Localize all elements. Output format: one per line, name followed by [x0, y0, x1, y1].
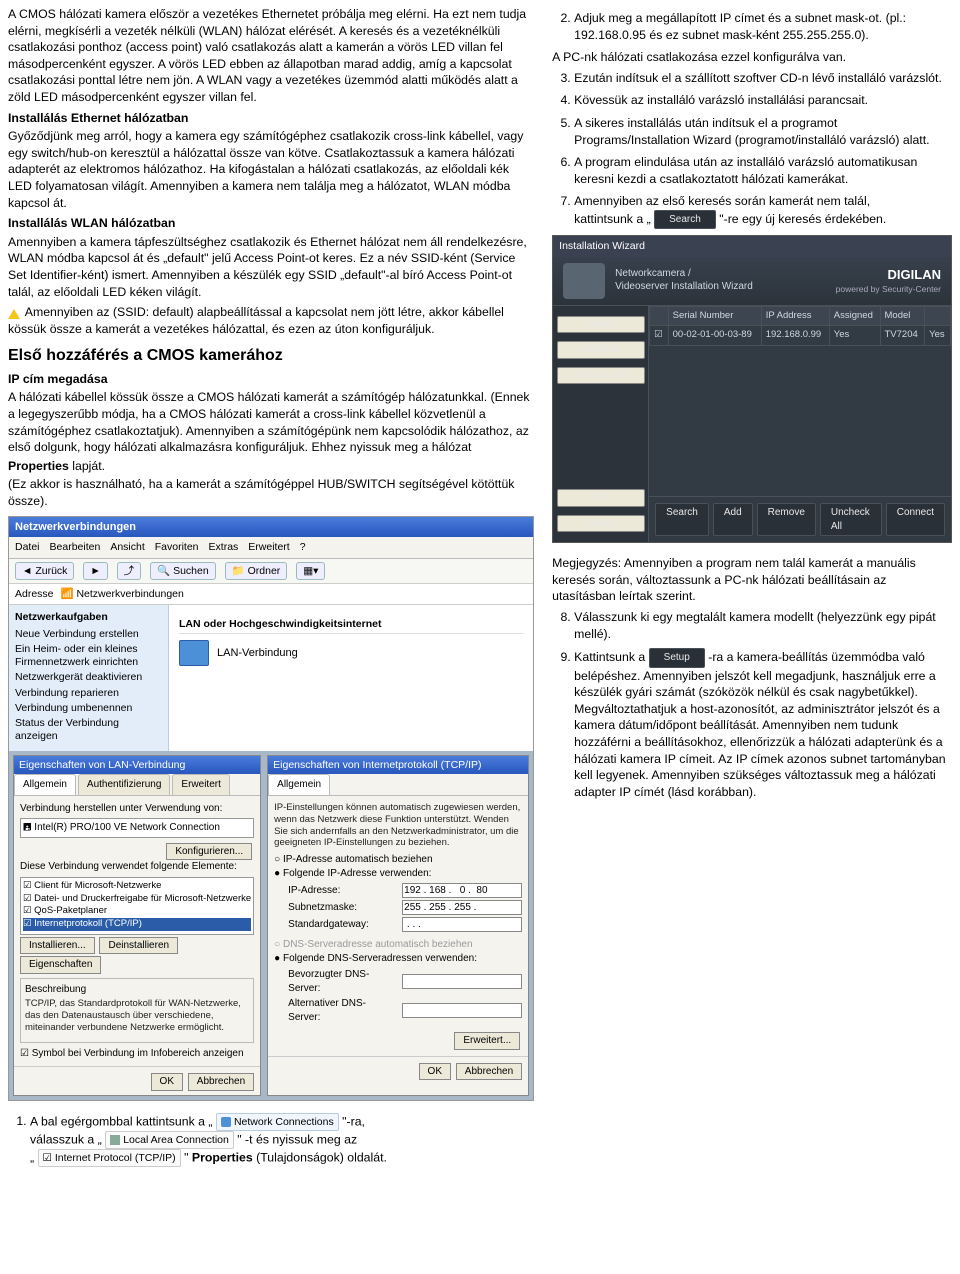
- tab-auth[interactable]: Authentifizierung: [78, 774, 171, 795]
- heading-wlan: Installálás WLAN hálózatban: [8, 215, 534, 232]
- para-warning: Amennyiben az (SSID: default) alapbeállí…: [8, 304, 534, 337]
- camera-table[interactable]: Serial Number IP Address Assigned Model …: [649, 306, 951, 347]
- para-ip-assign: A hálózati kábellel kössük össze a CMOS …: [8, 389, 534, 455]
- ok-button[interactable]: OK: [151, 1073, 183, 1091]
- wizard-heading: Networkcamera / Videoserver Installation…: [615, 268, 825, 293]
- step4: Kövessük az installáló varázsló installá…: [574, 92, 952, 109]
- camera-icon: [563, 263, 605, 299]
- step2: Adjuk meg a megállapított IP címet és a …: [574, 10, 952, 43]
- table-row[interactable]: ☑ 00-02-01-00-03-89 192.168.0.99 Yes TV7…: [650, 326, 951, 346]
- digilan-logo: DIGILAN: [836, 266, 941, 284]
- step2b: A PC-nk hálózati csatlakozása ezzel konf…: [552, 49, 952, 66]
- tcpip-properties-dialog: Eigenschaften von Internetprotokoll (TCP…: [267, 755, 529, 1096]
- wizard-sidebar: Setup Upgrade Reset to def List About: [553, 306, 649, 543]
- properties-button[interactable]: Eigenschaften: [20, 956, 101, 974]
- task-item[interactable]: Verbindung reparieren: [15, 687, 162, 700]
- step6: A program elindulása után az installáló …: [574, 154, 952, 187]
- intro-para: A CMOS hálózati kamera először a vezeték…: [8, 6, 534, 106]
- task-item[interactable]: Ein Heim- oder ein kleines Firmennetzwer…: [15, 643, 162, 669]
- tcpip-item: Internetprotokoll (TCP/IP): [23, 918, 251, 931]
- installation-wizard-window: Installation Wizard Networkcamera / Vide…: [552, 235, 952, 543]
- para-hub: (Ez akkor is használható, ha a kamerát a…: [8, 476, 534, 509]
- window-title: Netzwerkverbindungen: [9, 517, 533, 538]
- tab-advanced[interactable]: Erweitert: [172, 774, 229, 795]
- cancel-button[interactable]: Abbrechen: [456, 1063, 522, 1081]
- setup-button-inline[interactable]: Setup: [649, 648, 705, 668]
- lan-icon: [179, 640, 209, 666]
- warning-icon: [8, 309, 20, 319]
- window-title: Installation Wizard: [553, 236, 951, 256]
- remove-button[interactable]: Remove: [757, 503, 816, 536]
- heading-ethernet: Installálás Ethernet hálózatban: [8, 110, 534, 127]
- advanced-button[interactable]: Erweitert...: [454, 1032, 520, 1050]
- menu-bar[interactable]: DateiBearbeitenAnsichtFavoritenExtrasErw…: [9, 537, 533, 558]
- add-button[interactable]: Add: [713, 503, 753, 536]
- para-wlan: Amennyiben a kamera tápfeszültséghez csa…: [8, 234, 534, 300]
- adapter-select[interactable]: 🖪 Intel(R) PRO/100 VE Network Connection: [20, 818, 254, 838]
- step3: Ezután indítsuk el a szállított szoftver…: [574, 70, 952, 87]
- about-button[interactable]: About: [557, 515, 645, 533]
- list-button[interactable]: List: [557, 489, 645, 507]
- section-header: LAN oder Hochgeschwindigkeitsinternet: [179, 615, 523, 634]
- heading-first-access: Első hozzáférés a CMOS kamerához: [8, 345, 534, 367]
- lan-connection-item[interactable]: LAN-Verbindung: [179, 640, 523, 666]
- lan-properties-dialog: Eigenschaften von LAN-Verbindung Allgeme…: [13, 755, 261, 1096]
- gateway-input[interactable]: [402, 917, 522, 932]
- task-item[interactable]: Neue Verbindung erstellen: [15, 628, 162, 641]
- cancel-button[interactable]: Abbrechen: [188, 1073, 254, 1091]
- network-connections-window: Netzwerkverbindungen DateiBearbeitenAnsi…: [8, 516, 534, 1101]
- para-properties: Properties lapját.: [8, 458, 534, 475]
- radio-manual-dns[interactable]: Folgende DNS-Serveradressen verwenden:: [274, 952, 522, 966]
- tray-icon-checkbox[interactable]: Symbol bei Verbindung im Infobereich anz…: [20, 1047, 254, 1061]
- component-list[interactable]: Client für Microsoft-Netzwerke Datei- un…: [20, 877, 254, 935]
- nav-toolbar[interactable]: ◄ Zurück ► ⤴ 🔍 Suchen 📁 Ordner ▦▾: [9, 559, 533, 584]
- tcp-ip-chip: ☑ Internet Protocol (TCP/IP): [38, 1149, 181, 1167]
- radio-manual-ip[interactable]: Folgende IP-Adresse verwenden:: [274, 867, 522, 881]
- task-item[interactable]: Verbindung umbenennen: [15, 702, 162, 715]
- network-connections-chip: Network Connections: [216, 1113, 339, 1131]
- step5: A sikeres installálás után indítsuk el a…: [574, 115, 952, 148]
- address-bar[interactable]: Adresse 📶 Netzwerkverbindungen: [9, 584, 533, 605]
- subnet-mask-input[interactable]: [402, 900, 522, 915]
- task-pane: Netzwerkaufgaben Neue Verbindung erstell…: [9, 605, 169, 751]
- upgrade-button[interactable]: Upgrade: [557, 341, 645, 359]
- tab-general[interactable]: Allgemein: [14, 774, 76, 795]
- task-item[interactable]: Status der Verbindung anzeigen: [15, 717, 162, 743]
- local-area-connection-chip: Local Area Connection: [105, 1131, 234, 1149]
- ip-address-input[interactable]: [402, 883, 522, 898]
- dns2-input[interactable]: [402, 1003, 522, 1018]
- step8: Válasszunk ki egy megtalált kamera model…: [574, 609, 952, 642]
- para-ethernet: Győződjünk meg arról, hogy a kamera egy …: [8, 128, 534, 211]
- heading-ip-assign: IP cím megadása: [8, 371, 534, 388]
- folders-button[interactable]: 📁 Ordner: [225, 562, 288, 580]
- search-button[interactable]: Search: [655, 503, 709, 536]
- step7: Amennyiben az első keresés során kamerát…: [574, 193, 952, 229]
- connect-button[interactable]: Connect: [886, 503, 945, 536]
- search-button-inline[interactable]: Search: [654, 210, 716, 230]
- tab-general[interactable]: Allgemein: [268, 774, 330, 795]
- install-button[interactable]: Installieren...: [20, 937, 95, 955]
- back-button[interactable]: ◄ Zurück: [15, 562, 74, 580]
- ok-button[interactable]: OK: [419, 1063, 451, 1081]
- step1: A bal egérgombbal kattintsunk a „ Networ…: [30, 1113, 534, 1168]
- configure-button[interactable]: Konfigurieren...: [166, 843, 252, 861]
- setup-button[interactable]: Setup: [557, 316, 645, 334]
- step9: Kattintsunk a Setup -ra a kamera-beállít…: [574, 648, 952, 800]
- dialog-title: Eigenschaften von LAN-Verbindung: [14, 756, 260, 774]
- uncheck-all-button[interactable]: Uncheck All: [820, 503, 882, 536]
- note-para: Megjegyzés: Amennyiben a program nem tal…: [552, 555, 952, 605]
- uninstall-button[interactable]: Deinstallieren: [99, 937, 178, 955]
- reset-button[interactable]: Reset to def: [557, 367, 645, 385]
- task-item[interactable]: Netzwerkgerät deaktivieren: [15, 671, 162, 684]
- dialog-title: Eigenschaften von Internetprotokoll (TCP…: [268, 756, 528, 774]
- search-button[interactable]: 🔍 Suchen: [150, 562, 216, 580]
- radio-auto-dns: DNS-Serveradresse automatisch beziehen: [274, 938, 522, 952]
- radio-auto-ip[interactable]: IP-Adresse automatisch beziehen: [274, 853, 522, 867]
- dns1-input[interactable]: [402, 974, 522, 989]
